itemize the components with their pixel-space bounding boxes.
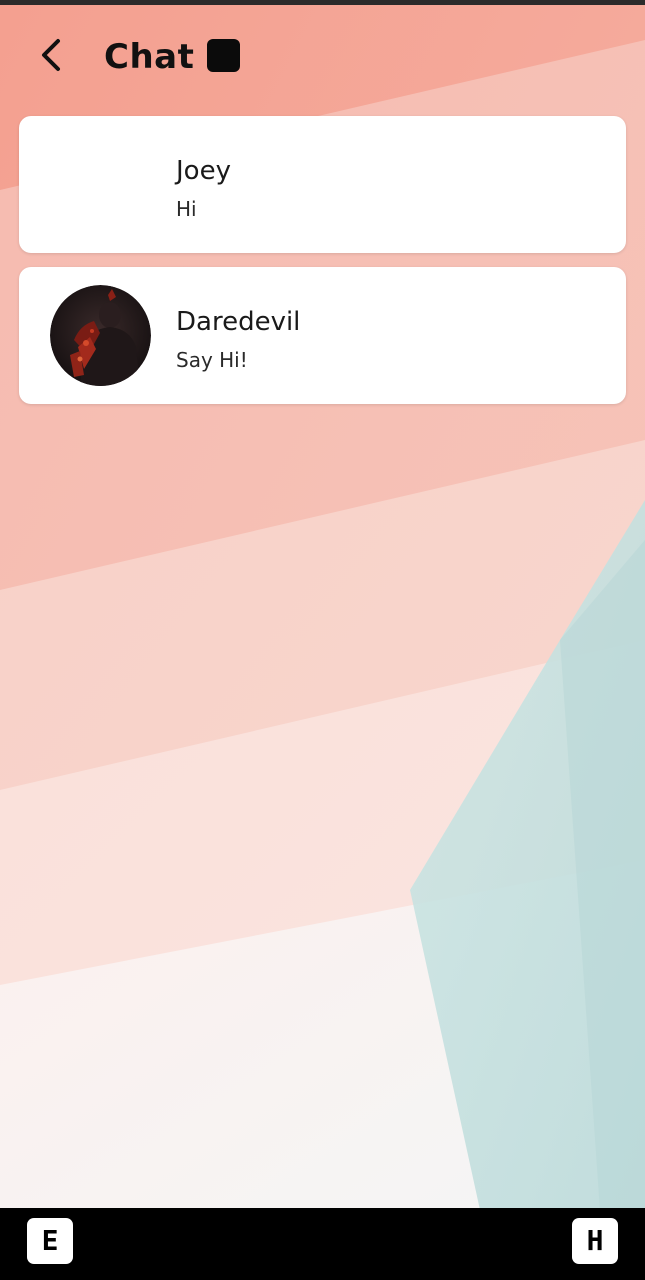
chat-preview: Hi: [176, 197, 197, 221]
daredevil-avatar-image: [50, 285, 151, 386]
chevron-left-icon: [42, 39, 60, 71]
bottom-nav-bar: E H: [0, 1208, 645, 1280]
back-button[interactable]: [30, 33, 74, 77]
chat-preview: Say Hi!: [176, 348, 248, 372]
e-key-button[interactable]: E: [27, 1218, 73, 1264]
h-key-button[interactable]: H: [572, 1218, 618, 1264]
avatar: [50, 285, 151, 386]
chat-item-joey[interactable]: Joey Hi: [19, 116, 626, 253]
page-title: Chat: [104, 37, 195, 77]
square-icon: [207, 39, 240, 72]
app-header: Chat: [0, 5, 645, 105]
avatar: [50, 134, 151, 235]
chat-item-daredevil[interactable]: Daredevil Say Hi!: [19, 267, 626, 404]
chat-name: Daredevil: [176, 307, 301, 337]
chat-name: Joey: [176, 156, 231, 186]
chat-list: Joey Hi Daredevil Say Hi!: [19, 116, 626, 418]
